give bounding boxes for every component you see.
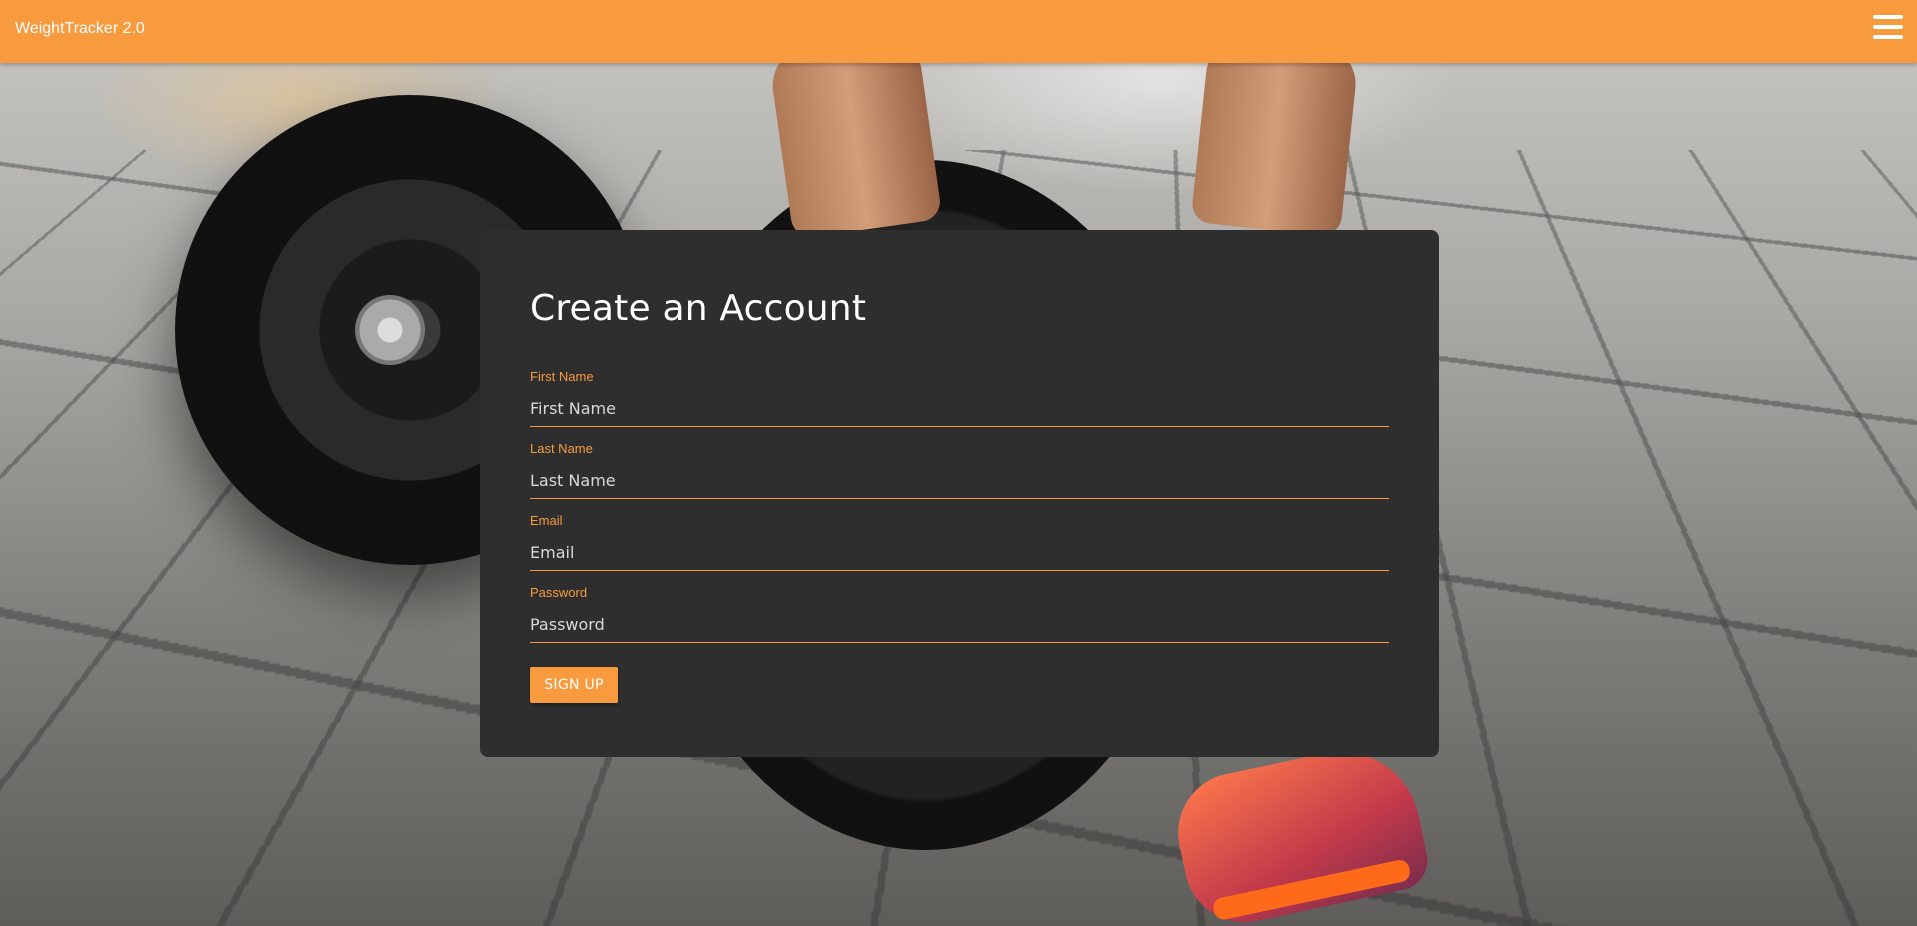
navbar: WeightTracker 2.0 (0, 0, 1917, 63)
sign-up-button[interactable]: SIGN UP (530, 667, 618, 703)
email-input[interactable] (530, 535, 1389, 571)
email-field: Email (530, 513, 1389, 583)
signup-card: Create an Account First Name Last Name E… (480, 230, 1439, 757)
hamburger-menu-icon[interactable] (1873, 15, 1903, 45)
first-name-input[interactable] (530, 391, 1389, 427)
last-name-field: Last Name (530, 441, 1389, 511)
brand-link[interactable]: WeightTracker 2.0 (15, 20, 145, 38)
password-label: Password (530, 585, 588, 600)
first-name-field: First Name (530, 369, 1389, 439)
password-input[interactable] (530, 607, 1389, 643)
menu-bar (1873, 25, 1903, 29)
last-name-label: Last Name (530, 441, 593, 456)
menu-bar (1873, 15, 1903, 19)
password-field: Password (530, 585, 1389, 655)
last-name-input[interactable] (530, 463, 1389, 499)
email-label: Email (530, 513, 563, 528)
first-name-label: First Name (530, 369, 594, 384)
leg-right (1190, 32, 1360, 238)
menu-bar (1873, 35, 1903, 39)
page-title: Create an Account (530, 288, 867, 329)
